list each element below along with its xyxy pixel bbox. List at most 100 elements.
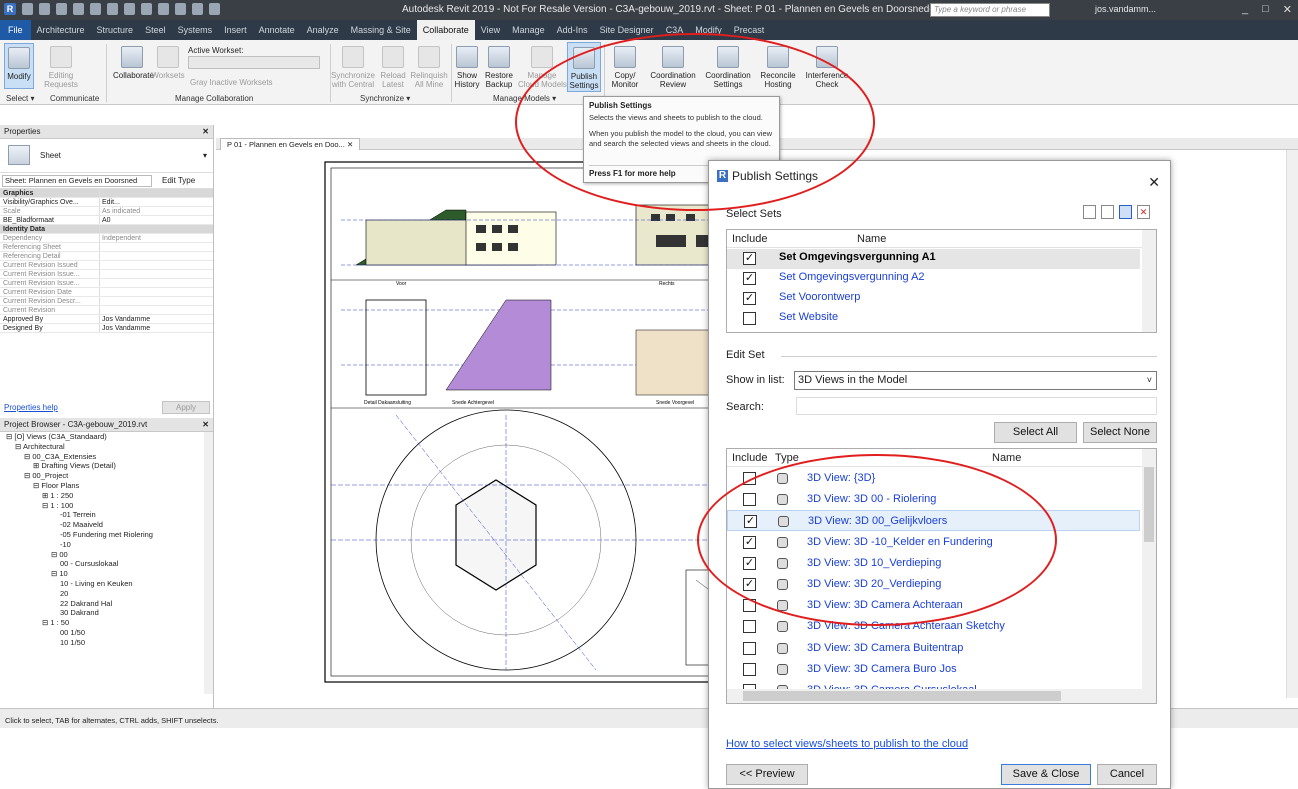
browser-tree-item[interactable]: -10 bbox=[2, 540, 213, 550]
view-include-checkbox[interactable] bbox=[743, 641, 756, 655]
property-value[interactable]: Jos Vandamme bbox=[100, 324, 150, 332]
browser-tree-item[interactable]: ⊟ [O] Views (C3A_Standaard) bbox=[2, 432, 213, 442]
sets-scrollbar[interactable] bbox=[1142, 230, 1156, 332]
close-hidden-icon[interactable] bbox=[192, 3, 203, 15]
property-row[interactable]: Referencing Detail bbox=[0, 252, 213, 261]
rename-set-icon[interactable] bbox=[1119, 205, 1132, 219]
property-value[interactable]: A0 bbox=[100, 216, 111, 224]
reload-latest-button[interactable]: Reload Latest bbox=[378, 43, 408, 89]
browser-tree-item[interactable]: -05 Fundering met Riolering bbox=[2, 530, 213, 540]
gray-inactive-worksets-button[interactable]: Gray Inactive Worksets bbox=[190, 78, 273, 87]
type-selector[interactable]: Sheet ▾ bbox=[0, 139, 213, 173]
browser-tree-item[interactable]: -01 Terrein bbox=[2, 510, 213, 520]
browser-tree-item[interactable]: ⊟ 1 : 50 bbox=[2, 618, 213, 628]
instance-filter-dropdown[interactable]: Sheet: Plannen en Gevels en Doorsned bbox=[2, 175, 152, 187]
edit-type-button[interactable]: Edit Type bbox=[162, 176, 195, 185]
print-icon[interactable] bbox=[90, 3, 101, 15]
tab-manage[interactable]: Manage bbox=[506, 20, 551, 40]
save-close-button[interactable]: Save & Close bbox=[1001, 764, 1091, 785]
maximize-icon[interactable]: □ bbox=[1262, 3, 1269, 16]
browser-tree-item[interactable]: ⊞ 1 : 250 bbox=[2, 491, 213, 501]
set-include-checkbox[interactable]: ✓ bbox=[743, 252, 756, 265]
close-icon[interactable]: ✕ bbox=[1283, 3, 1292, 16]
property-row[interactable]: Referencing Sheet bbox=[0, 243, 213, 252]
include-column-header[interactable]: Include bbox=[732, 230, 767, 248]
browser-tree-item[interactable]: 00 1/50 bbox=[2, 628, 213, 638]
minimize-icon[interactable]: _ bbox=[1242, 3, 1248, 16]
quick-access-toolbar[interactable]: R bbox=[4, 3, 220, 15]
browser-tree-item[interactable]: ⊟ Architectural bbox=[2, 442, 213, 452]
tab-analyze[interactable]: Analyze bbox=[301, 20, 345, 40]
text-icon[interactable] bbox=[124, 3, 135, 15]
property-value[interactable]: Edit... bbox=[100, 198, 120, 206]
properties-help-link[interactable]: Properties help bbox=[4, 403, 58, 412]
property-value[interactable] bbox=[100, 288, 102, 296]
view-include-checkbox[interactable] bbox=[743, 662, 756, 676]
property-row[interactable]: Scale As indicated bbox=[0, 207, 213, 216]
switch-windows-icon[interactable] bbox=[209, 3, 220, 15]
worksets-button[interactable]: Worksets bbox=[150, 43, 186, 80]
browser-tree-item[interactable]: ⊟ Floor Plans bbox=[2, 481, 213, 491]
property-value[interactable] bbox=[100, 306, 102, 314]
browser-scrollbar[interactable] bbox=[204, 432, 213, 694]
browser-tree-item[interactable]: ⊟ 00_Project bbox=[2, 471, 213, 481]
browser-tree-item[interactable]: ⊟ 00 bbox=[2, 550, 213, 560]
property-value[interactable]: Jos Vandamme bbox=[100, 315, 150, 323]
select-none-button[interactable]: Select None bbox=[1083, 422, 1157, 443]
property-value[interactable] bbox=[100, 261, 102, 269]
apply-button[interactable]: Apply bbox=[162, 401, 210, 414]
new-set-icon[interactable] bbox=[1083, 205, 1096, 219]
show-history-button[interactable]: Show History bbox=[453, 43, 481, 89]
close-icon[interactable]: ✕ bbox=[202, 418, 209, 432]
property-row[interactable]: Current Revision Issue... bbox=[0, 270, 213, 279]
property-group[interactable]: Identity Data bbox=[0, 225, 213, 234]
modify-button[interactable]: Modify bbox=[4, 43, 34, 89]
view-row[interactable]: 3D View: 3D Camera Buro Jos bbox=[727, 659, 1140, 680]
property-row[interactable]: Dependency Independent bbox=[0, 234, 213, 243]
save-icon[interactable] bbox=[39, 3, 50, 15]
browser-tree-item[interactable]: -02 Maaiveld bbox=[2, 520, 213, 530]
undo-icon[interactable] bbox=[56, 3, 67, 15]
duplicate-set-icon[interactable] bbox=[1101, 205, 1114, 219]
set-include-checkbox[interactable]: ✓ bbox=[743, 272, 756, 285]
close-icon[interactable]: ✕ bbox=[202, 125, 209, 139]
tab-annotate[interactable]: Annotate bbox=[253, 20, 301, 40]
name-column-header[interactable]: Name bbox=[992, 449, 1021, 467]
property-value[interactable]: As indicated bbox=[100, 207, 140, 215]
select-all-button[interactable]: Select All bbox=[994, 422, 1077, 443]
close-icon[interactable]: ✕ bbox=[347, 140, 353, 149]
property-row[interactable]: Current Revision bbox=[0, 306, 213, 315]
relinquish-all-mine-button[interactable]: Relinquish All Mine bbox=[410, 43, 448, 89]
synchronize-panel-label[interactable]: Synchronize ▾ bbox=[360, 94, 410, 103]
property-row[interactable]: Designed By Jos Vandamme bbox=[0, 324, 213, 333]
preview-button[interactable]: << Preview bbox=[726, 764, 808, 785]
tab-view[interactable]: View bbox=[475, 20, 506, 40]
set-row[interactable]: ✓ Set Voorontwerp bbox=[727, 289, 1140, 309]
tab-massing-site[interactable]: Massing & Site bbox=[345, 20, 417, 40]
browser-tree-item[interactable]: ⊟ 1 : 100 bbox=[2, 501, 213, 511]
close-icon[interactable]: ✕ bbox=[1148, 167, 1160, 197]
active-workset-dropdown[interactable] bbox=[188, 56, 320, 69]
browser-tree-item[interactable]: ⊟ 10 bbox=[2, 569, 213, 579]
browser-tree-item[interactable]: 30 Dakrand bbox=[2, 608, 213, 618]
browser-tree-item[interactable]: 10 - Living en Keuken bbox=[2, 579, 213, 589]
open-icon[interactable] bbox=[22, 3, 33, 15]
browser-tree-item[interactable]: ⊟ 00_C3A_Extensies bbox=[2, 452, 213, 462]
tab-file[interactable]: File bbox=[0, 20, 31, 40]
tab-structure[interactable]: Structure bbox=[91, 20, 140, 40]
editing-requests-button[interactable]: Editing Requests bbox=[42, 43, 80, 89]
browser-tree-item[interactable]: 10 1/50 bbox=[2, 638, 213, 648]
views-vertical-scrollbar[interactable] bbox=[1142, 449, 1156, 703]
set-row[interactable]: Set Website bbox=[727, 309, 1140, 329]
measure-icon[interactable] bbox=[107, 3, 118, 15]
views-horizontal-scrollbar[interactable] bbox=[727, 689, 1142, 703]
user-account[interactable]: jos.vandamm... bbox=[1095, 4, 1156, 14]
tab-steel[interactable]: Steel bbox=[139, 20, 172, 40]
delete-set-icon[interactable]: ✕ bbox=[1137, 205, 1150, 219]
tab-insert[interactable]: Insert bbox=[218, 20, 253, 40]
select-panel-label[interactable]: Select ▾ bbox=[6, 94, 34, 103]
view-include-checkbox[interactable] bbox=[743, 620, 756, 634]
search-input[interactable] bbox=[796, 397, 1157, 415]
property-row[interactable]: Current Revision Issue... bbox=[0, 279, 213, 288]
scrollbar-thumb[interactable] bbox=[743, 691, 1061, 701]
